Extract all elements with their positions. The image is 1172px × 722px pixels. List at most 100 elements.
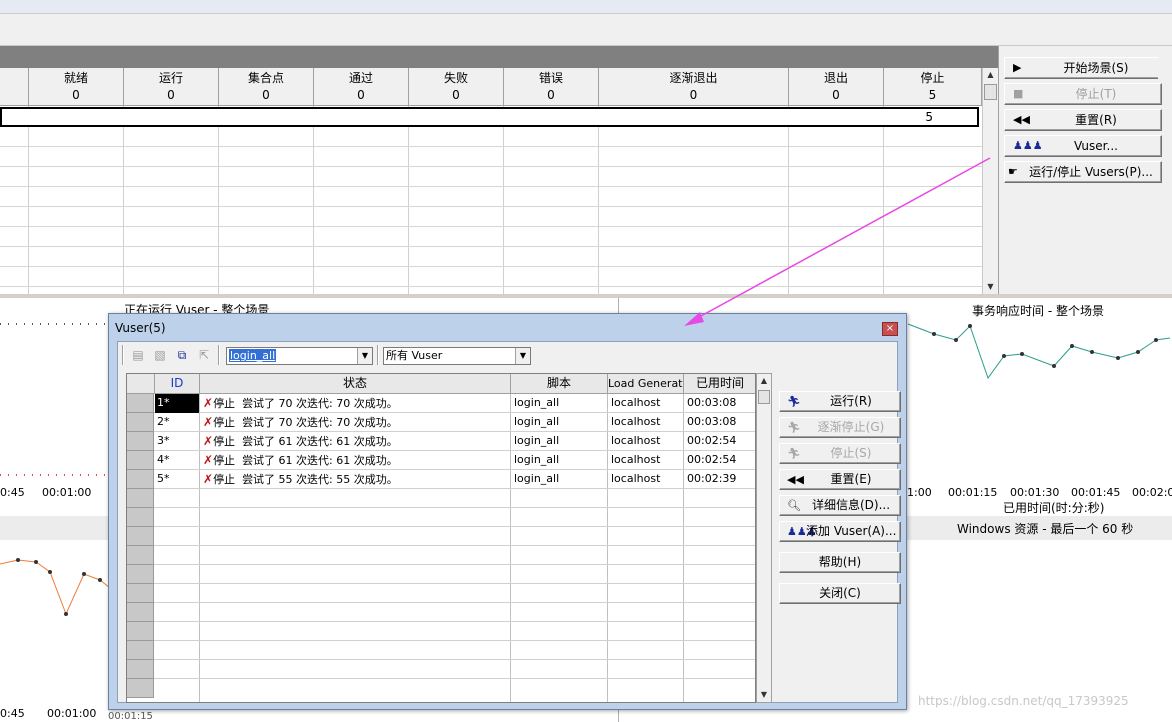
stop-vuser-button[interactable]: 🏃︎ 停止(S) <box>779 443 901 464</box>
row-header[interactable] <box>127 413 154 432</box>
hide-log-icon[interactable]: ▧ <box>152 347 168 363</box>
chevron-down-icon[interactable]: ▼ <box>515 348 530 364</box>
vuser-script-cell[interactable]: login_all <box>512 413 607 432</box>
row-header[interactable] <box>127 432 154 451</box>
vuser-dialog: Vuser(5) × ▤ ▧ ⧉ ⇱ login_all ▼ 所有 Vuser … <box>108 313 907 710</box>
elapsed-time-axis-label: 已用时间(时:分:秒) <box>1003 501 1105 515</box>
stop-scenario-button[interactable]: ■ 停止(T) <box>1004 83 1162 105</box>
details-button[interactable]: 🔍︎ 详细信息(D)... <box>779 495 901 516</box>
vuser-detail: 尝试了 70 次迭代: 70 次成功。 <box>242 416 398 429</box>
col-count: 0 <box>689 88 698 102</box>
col-exit-header[interactable]: 退出 0 <box>789 68 884 106</box>
help-button[interactable]: 帮助(H) <box>779 552 901 573</box>
load-generator-column-header[interactable]: Load Generator <box>608 374 684 394</box>
scroll-up-arrow-icon[interactable]: ▲ <box>983 68 998 82</box>
vusers-button[interactable]: ♟♟♟ Vuser... <box>1004 135 1162 157</box>
vuser-id-cell[interactable]: 4* <box>155 451 199 470</box>
row-line <box>154 507 755 508</box>
vuser-host-cell[interactable]: localhost <box>609 432 683 451</box>
vuser-host-cell[interactable]: localhost <box>609 394 683 413</box>
col-label: 错误 <box>538 71 563 85</box>
close-button[interactable]: 关闭(C) <box>779 583 901 604</box>
vuser-id-cell[interactable]: 1* <box>155 394 199 413</box>
vuser-table-scrollbar[interactable]: ▲ ▼ <box>756 373 772 703</box>
panel-scroll-hint <box>1158 57 1170 79</box>
chevron-down-icon[interactable]: ▼ <box>357 348 372 364</box>
button-label: 运行(R) <box>830 394 872 408</box>
col-ready-header[interactable]: 就绪 0 <box>29 68 124 106</box>
col-error-header[interactable]: 错误 0 <box>504 68 599 106</box>
row-header[interactable] <box>127 451 154 470</box>
script-column-header[interactable]: 脚本 <box>511 374 608 394</box>
col-count: 0 <box>262 88 270 102</box>
col-count: 0 <box>167 88 175 102</box>
vuser-id-cell[interactable]: 2* <box>155 413 199 432</box>
vuser-status-cell[interactable]: ✗停止 尝试了 61 次迭代: 61 次成功。 <box>201 432 510 451</box>
vuser-script-cell[interactable]: login_all <box>512 432 607 451</box>
reset-vuser-button[interactable]: ◀◀ 重置(E) <box>779 469 901 490</box>
button-label: 重置(R) <box>1075 113 1117 127</box>
col-count: 0 <box>832 88 840 102</box>
scroll-up-arrow-icon[interactable]: ▲ <box>757 374 771 388</box>
vuser-time-cell[interactable]: 00:03:08 <box>685 413 755 432</box>
col-failed-header[interactable]: 失败 0 <box>409 68 504 106</box>
show-log-icon[interactable]: ▤ <box>130 347 146 363</box>
status-column-header[interactable]: 状态 <box>200 374 511 394</box>
watermark: https://blog.csdn.net/qq_17393925 <box>918 694 1129 708</box>
col-gradual-exit-header[interactable]: 逐渐退出 0 <box>599 68 789 106</box>
col-passed-header[interactable]: 通过 0 <box>314 68 409 106</box>
scroll-thumb[interactable] <box>758 390 770 404</box>
script-filter-dropdown[interactable]: login_all ▼ <box>226 347 373 365</box>
vuser-status-cell[interactable]: ✗停止 尝试了 61 次迭代: 61 次成功。 <box>201 451 510 470</box>
vuser-status-cell[interactable]: ✗停止 尝试了 70 次迭代: 70 次成功。 <box>201 394 510 413</box>
vuser-time-cell[interactable]: 00:02:54 <box>685 451 755 470</box>
vuser-host-cell[interactable]: localhost <box>609 413 683 432</box>
toolbar-strip <box>0 14 1172 46</box>
elapsed-time-column-header[interactable]: 已用时间 <box>684 374 755 394</box>
vuser-filter-dropdown[interactable]: 所有 Vuser ▼ <box>383 347 531 365</box>
id-column-header[interactable]: ID <box>155 374 200 394</box>
right-tick-2: 00:01:30 <box>1010 486 1060 499</box>
scroll-thumb[interactable] <box>984 84 997 100</box>
col-stopped-header[interactable]: 停止 5 <box>884 68 982 106</box>
scroll-down-arrow-icon[interactable]: ▼ <box>757 688 771 702</box>
vuser-script-cell[interactable]: login_all <box>512 470 607 489</box>
vuser-id-cell[interactable]: 5* <box>155 470 199 489</box>
deselect-icon[interactable]: ⇱ <box>196 347 212 363</box>
run-vuser-button[interactable]: 🏃︎ 运行(R) <box>779 391 901 412</box>
dialog-title: Vuser(5) <box>115 321 166 335</box>
vuser-status-cell[interactable]: ✗停止 尝试了 55 次迭代: 55 次成功。 <box>201 470 510 489</box>
vuser-time-cell[interactable]: 00:03:08 <box>685 394 755 413</box>
right-tick-3: 00:01:45 <box>1071 486 1121 499</box>
row-line <box>154 659 755 660</box>
vuser-host-cell[interactable]: localhost <box>609 470 683 489</box>
vuser-id-cell[interactable]: 3* <box>155 432 199 451</box>
vuser-time-cell[interactable]: 00:02:54 <box>685 432 755 451</box>
vuser-state: 停止 <box>213 435 236 448</box>
col-rendezvous-header[interactable]: 集合点 0 <box>219 68 314 106</box>
col-running-header[interactable]: 运行 0 <box>124 68 219 106</box>
row-header[interactable] <box>127 394 154 413</box>
vuser-script-cell[interactable]: login_all <box>512 451 607 470</box>
add-vuser-button[interactable]: ♟♟♟ 添加 Vuser(A)... <box>779 521 901 542</box>
reset-scenario-button[interactable]: ◀◀ 重置(R) <box>1004 109 1162 131</box>
runner-icon: 🏃︎ <box>787 395 801 408</box>
start-scenario-button[interactable]: ▶ 开始场景(S) <box>1004 57 1162 79</box>
row-line <box>154 545 755 546</box>
gradual-stop-button[interactable]: 🏃︎ 逐渐停止(G) <box>779 417 901 438</box>
button-label: 开始场景(S) <box>1063 61 1129 75</box>
lower-left-plot <box>0 558 110 616</box>
vuser-time-cell[interactable]: 00:02:39 <box>685 470 755 489</box>
vuser-host-cell[interactable]: localhost <box>609 451 683 470</box>
row-header <box>127 546 154 565</box>
copy-icon[interactable]: ⧉ <box>174 347 190 363</box>
row-line <box>154 583 755 584</box>
run-stop-vusers-button[interactable]: ☛ 运行/停止 Vusers(P)... <box>1004 161 1162 183</box>
title-strip <box>0 0 1172 14</box>
running-vuser-plot <box>0 323 110 476</box>
vuser-status-cell[interactable]: ✗停止 尝试了 70 次迭代: 70 次成功。 <box>201 413 510 432</box>
vuser-script-cell[interactable]: login_all <box>512 394 607 413</box>
row-header[interactable] <box>127 470 154 489</box>
scenario-group-row[interactable]: 5 <box>0 107 979 127</box>
button-label: 详细信息(D)... <box>811 498 891 512</box>
